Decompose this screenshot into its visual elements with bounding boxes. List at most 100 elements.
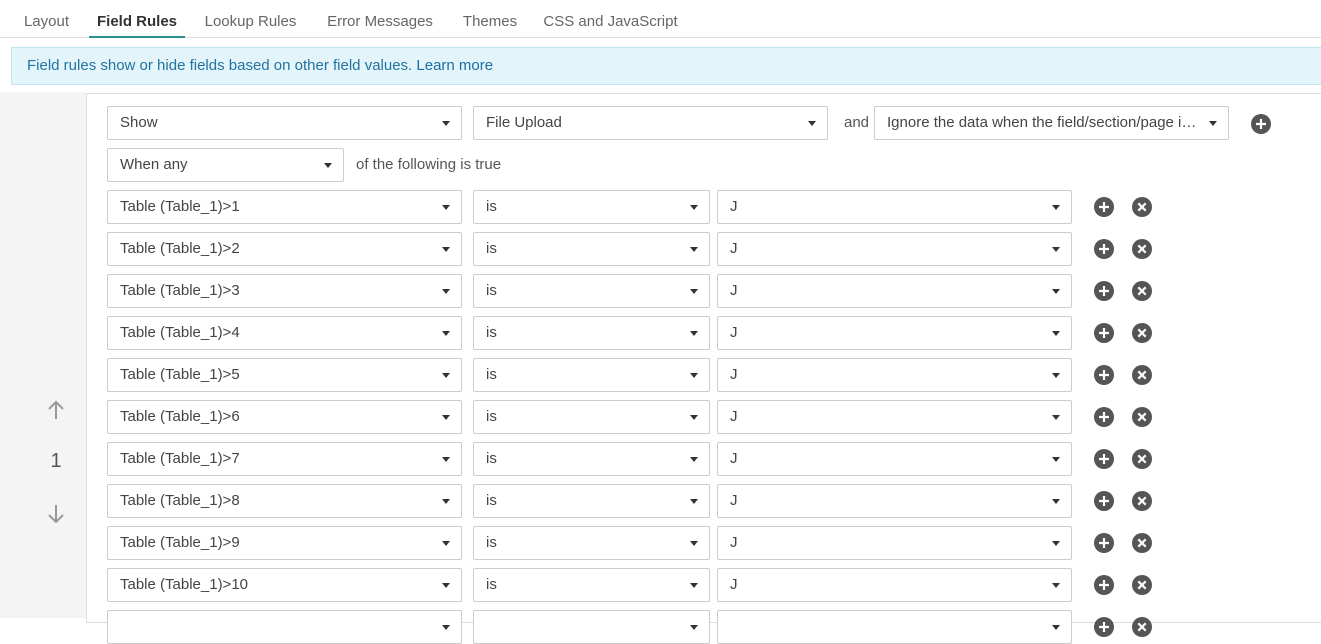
condition-operator-select[interactable]: is <box>473 400 710 434</box>
plus-circle-icon <box>1099 286 1109 296</box>
caret-down-icon <box>442 541 450 546</box>
caret-down-icon <box>442 457 450 462</box>
condition-operator-select-value: is <box>486 450 497 467</box>
caret-down-icon <box>808 121 816 126</box>
condition-operator-select-value: is <box>486 198 497 215</box>
remove-condition-button[interactable] <box>1132 197 1152 217</box>
action-select[interactable]: Show <box>107 106 462 140</box>
condition-operator-select[interactable]: is <box>473 316 710 350</box>
condition-field-select[interactable]: Table (Table_1)>3 <box>107 274 462 308</box>
add-condition-button[interactable] <box>1094 533 1114 553</box>
condition-field-select[interactable]: Table (Table_1)>7 <box>107 442 462 476</box>
match-suffix-label: of the following is true <box>356 156 502 173</box>
tab-field-rules[interactable]: Field Rules <box>89 0 185 38</box>
plus-circle-icon <box>1099 202 1109 212</box>
and-label: and <box>844 114 870 131</box>
add-condition-button[interactable] <box>1094 239 1114 259</box>
remove-condition-button[interactable] <box>1132 575 1152 595</box>
condition-operator-select[interactable]: is <box>473 358 710 392</box>
condition-field-select[interactable]: Table (Table_1)>5 <box>107 358 462 392</box>
plus-circle-icon <box>1099 496 1109 506</box>
caret-down-icon <box>442 373 450 378</box>
condition-value-select[interactable]: J <box>717 190 1072 224</box>
data-option-select[interactable]: Ignore the data when the field/section/p… <box>874 106 1229 140</box>
caret-down-icon <box>690 289 698 294</box>
condition-value-select[interactable]: J <box>717 316 1072 350</box>
rule-number: 1 <box>50 450 62 472</box>
match-mode-select[interactable]: When any <box>107 148 344 182</box>
remove-condition-button[interactable] <box>1132 407 1152 427</box>
add-condition-button[interactable] <box>1094 449 1114 469</box>
condition-operator-select[interactable]: is <box>473 526 710 560</box>
condition-operator-select[interactable]: is <box>473 442 710 476</box>
condition-operator-select-value: is <box>486 282 497 299</box>
x-circle-icon <box>1137 244 1147 254</box>
condition-field-select[interactable]: Table (Table_1)>1 <box>107 190 462 224</box>
condition-value-select-value: J <box>730 492 738 509</box>
add-condition-button[interactable] <box>1094 491 1114 511</box>
data-option-select-value: Ignore the data when the field/section/p… <box>887 114 1206 131</box>
remove-condition-button[interactable] <box>1132 365 1152 385</box>
caret-down-icon <box>690 499 698 504</box>
x-circle-icon <box>1137 538 1147 548</box>
add-condition-button[interactable] <box>1094 197 1114 217</box>
add-condition-button[interactable] <box>1094 617 1114 637</box>
condition-field-select[interactable]: Table (Table_1)>8 <box>107 484 462 518</box>
remove-condition-button[interactable] <box>1132 239 1152 259</box>
condition-operator-select[interactable] <box>473 610 710 644</box>
tab-error-messages[interactable]: Error Messages <box>318 0 442 38</box>
condition-value-select[interactable]: J <box>717 274 1072 308</box>
condition-field-select[interactable]: Table (Table_1)>9 <box>107 526 462 560</box>
condition-operator-select[interactable]: is <box>473 484 710 518</box>
add-condition-button[interactable] <box>1094 281 1114 301</box>
condition-field-select[interactable]: Table (Table_1)>4 <box>107 316 462 350</box>
condition-value-select[interactable]: J <box>717 526 1072 560</box>
info-banner-text: Field rules show or hide fields based on… <box>27 57 413 74</box>
tab-themes[interactable]: Themes <box>455 0 525 38</box>
condition-operator-select[interactable]: is <box>473 568 710 602</box>
condition-field-select-value: Table (Table_1)>1 <box>120 198 240 215</box>
plus-circle-icon <box>1099 244 1109 254</box>
remove-condition-button[interactable] <box>1132 323 1152 343</box>
add-condition-button[interactable] <box>1094 575 1114 595</box>
condition-value-select[interactable] <box>717 610 1072 644</box>
condition-operator-select[interactable]: is <box>473 190 710 224</box>
condition-value-select-value: J <box>730 534 738 551</box>
add-condition-button[interactable] <box>1094 407 1114 427</box>
add-rule-button[interactable] <box>1251 114 1271 134</box>
caret-down-icon <box>1052 499 1060 504</box>
condition-field-select-value: Table (Table_1)>5 <box>120 366 240 383</box>
condition-value-select[interactable]: J <box>717 484 1072 518</box>
arrow-down-icon[interactable] <box>44 502 68 526</box>
condition-field-select[interactable] <box>107 610 462 644</box>
caret-down-icon <box>324 163 332 168</box>
tab-bar: Layout Field Rules Lookup Rules Error Me… <box>0 0 1321 38</box>
remove-condition-button[interactable] <box>1132 281 1152 301</box>
remove-condition-button[interactable] <box>1132 449 1152 469</box>
condition-field-select[interactable]: Table (Table_1)>6 <box>107 400 462 434</box>
add-condition-button[interactable] <box>1094 323 1114 343</box>
remove-condition-button[interactable] <box>1132 617 1152 637</box>
condition-operator-select[interactable]: is <box>473 274 710 308</box>
arrow-up-icon[interactable] <box>44 398 68 422</box>
learn-more-link[interactable]: Learn more <box>416 57 493 74</box>
rule-reorder-rail: 1 <box>0 92 86 618</box>
condition-operator-select[interactable]: is <box>473 232 710 266</box>
condition-value-select[interactable]: J <box>717 568 1072 602</box>
condition-value-select[interactable]: J <box>717 232 1072 266</box>
add-condition-button[interactable] <box>1094 365 1114 385</box>
condition-field-select[interactable]: Table (Table_1)>10 <box>107 568 462 602</box>
tab-css-and-javascript[interactable]: CSS and JavaScript <box>538 0 683 38</box>
target-field-select[interactable]: File Upload <box>473 106 828 140</box>
caret-down-icon <box>442 625 450 630</box>
remove-condition-button[interactable] <box>1132 491 1152 511</box>
tab-lookup-rules[interactable]: Lookup Rules <box>195 0 306 38</box>
tab-layout[interactable]: Layout <box>12 0 81 38</box>
condition-field-select[interactable]: Table (Table_1)>2 <box>107 232 462 266</box>
condition-field-select-value: Table (Table_1)>9 <box>120 534 240 551</box>
remove-condition-button[interactable] <box>1132 533 1152 553</box>
condition-value-select[interactable]: J <box>717 358 1072 392</box>
condition-value-select[interactable]: J <box>717 442 1072 476</box>
condition-value-select[interactable]: J <box>717 400 1072 434</box>
caret-down-icon <box>442 121 450 126</box>
